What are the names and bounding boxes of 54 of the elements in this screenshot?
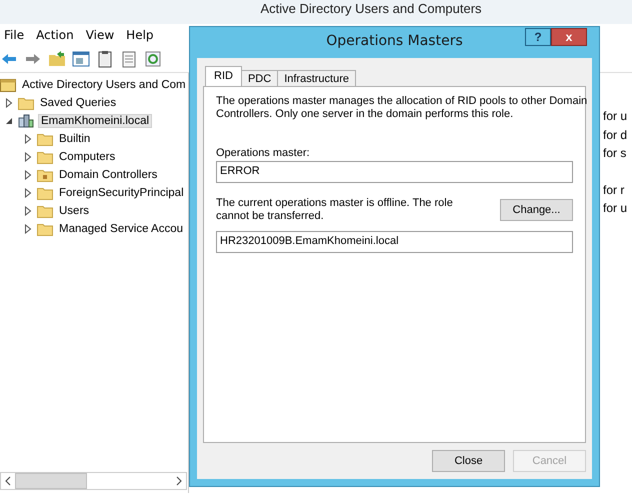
field-label: Operations master:	[216, 147, 310, 159]
help-button[interactable]: ?	[525, 28, 551, 46]
description-text: for d	[603, 128, 628, 144]
console-icon	[0, 78, 16, 92]
folder-up-icon[interactable]	[48, 50, 66, 68]
expand-arrow-icon[interactable]	[23, 134, 33, 144]
description-text: for u	[603, 201, 628, 217]
collapse-arrow-icon[interactable]	[4, 116, 14, 126]
change-button[interactable]: Change...	[500, 199, 573, 221]
clipboard-icon[interactable]	[96, 50, 114, 68]
operations-master-field[interactable]: ERROR	[216, 161, 573, 183]
domain-icon	[18, 114, 34, 128]
tab[interactable]: Infrastructure	[277, 70, 356, 86]
folder-icon	[37, 132, 53, 146]
horizontal-scrollbar[interactable]	[0, 472, 187, 490]
expand-arrow-icon[interactable]	[23, 188, 33, 198]
expand-arrow-icon[interactable]	[23, 206, 33, 216]
menu-item[interactable]: Action	[32, 26, 78, 44]
tree-item[interactable]: Users	[57, 205, 92, 217]
folder-icon	[37, 150, 53, 164]
document-icon[interactable]	[120, 50, 138, 68]
expand-arrow-icon[interactable]	[23, 170, 33, 180]
dialog-button[interactable]: Close	[432, 450, 505, 472]
expand-arrow-icon[interactable]	[23, 224, 33, 234]
description-text: for s	[603, 146, 626, 162]
window-title: Active Directory Users and Computers	[259, 1, 482, 16]
folder-icon	[18, 96, 34, 110]
folder-icon	[37, 222, 53, 236]
folder-icon	[37, 186, 53, 200]
tree-item[interactable]: Builtin	[57, 133, 92, 145]
tree-item[interactable]: Active Directory Users and Com	[20, 79, 188, 91]
description-text: for r	[603, 182, 624, 198]
folder-icon	[37, 168, 53, 182]
status-text: The current operations master is offline. The role cannot be transferred.	[216, 197, 454, 223]
folder-icon	[37, 204, 53, 218]
tree-item[interactable]: Saved Queries	[38, 97, 118, 109]
refresh-icon[interactable]	[144, 50, 162, 68]
description-text: for u	[603, 109, 628, 125]
server-field[interactable]: HR23201009B.EmamKhomeini.local	[216, 231, 573, 253]
expand-arrow-icon[interactable]	[4, 98, 14, 108]
tab[interactable]: RID	[205, 66, 242, 86]
console-tree-icon[interactable]	[72, 50, 90, 68]
menu-item[interactable]: View	[82, 26, 118, 44]
description-text: The operations master manages the allocation of RID pools to other Domain Controllers. Only one server in the domain performs this role.	[216, 95, 588, 121]
dialog-title: Operations Masters	[326, 33, 463, 49]
menu-item[interactable]: Help	[122, 26, 158, 44]
tree-item[interactable]: ForeignSecurityPrincipal	[57, 187, 186, 199]
tree-item[interactable]: Computers	[57, 151, 118, 163]
expand-arrow-icon[interactable]	[23, 152, 33, 162]
menu-item[interactable]: File	[0, 26, 28, 44]
tree-item[interactable]: Managed Service Accou	[57, 223, 186, 235]
window-x-button[interactable]: x	[551, 28, 587, 46]
tree-item[interactable]: Domain Controllers	[57, 169, 160, 181]
tree-item[interactable]: EmamKhomeini.local	[38, 114, 152, 128]
